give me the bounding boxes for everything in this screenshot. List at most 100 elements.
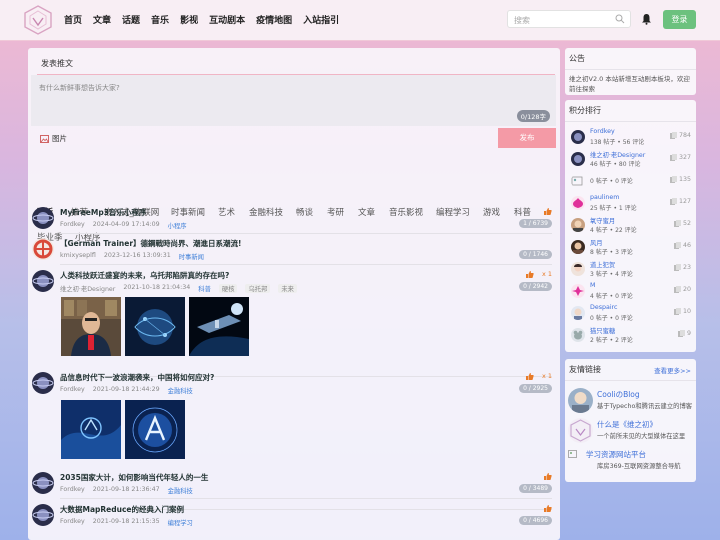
nav-movies[interactable]: 影视 bbox=[180, 13, 198, 26]
post-textarea[interactable]: 有什么新鲜事想告诉大家? 0/128字 bbox=[31, 75, 556, 126]
post-author[interactable]: Fordkey bbox=[60, 221, 85, 230]
user-name[interactable]: M bbox=[590, 282, 595, 289]
user-avatar[interactable] bbox=[571, 130, 585, 144]
rank-row[interactable]: 风月 8 帖子 • 3 评论 46 bbox=[571, 238, 691, 259]
rank-row[interactable]: 0 帖子 • 0 评论 135 bbox=[571, 172, 691, 193]
user-avatar[interactable] bbox=[571, 152, 585, 166]
post-title[interactable]: 大数据MapReduce的经典入门案例 bbox=[60, 504, 184, 515]
user-name[interactable]: Fordkey bbox=[590, 128, 615, 135]
post-category[interactable]: 金融科技 bbox=[168, 486, 193, 495]
thumbs-up-icon[interactable] bbox=[543, 207, 552, 216]
search-icon[interactable] bbox=[615, 14, 625, 24]
post-tag[interactable]: 硬核 bbox=[218, 284, 238, 293]
link-title[interactable]: 学习资源网站平台 bbox=[586, 449, 646, 460]
friend-link[interactable]: CooliのBlog 基于Typecho和腾讯云建立的博客 bbox=[568, 386, 694, 416]
link-avatar[interactable] bbox=[568, 388, 593, 413]
post-image[interactable] bbox=[61, 400, 121, 459]
link-description: 一个前所未见的大型媒体在这里 bbox=[597, 433, 686, 440]
post-title[interactable]: MyFreeMp3音乐小程序 bbox=[60, 207, 146, 218]
publish-button[interactable]: 发布 bbox=[498, 128, 556, 148]
post-tag[interactable]: 未来 bbox=[278, 284, 297, 293]
post-author[interactable]: 维之初·老Designer bbox=[60, 284, 115, 293]
user-avatar[interactable] bbox=[571, 196, 585, 210]
post-category[interactable]: 金融科技 bbox=[168, 386, 193, 395]
rank-row[interactable]: Fordkey 138 帖子 • 56 评论 784 bbox=[571, 128, 691, 149]
link-title[interactable]: 什么是《维之初》 bbox=[597, 419, 657, 430]
post-title[interactable]: 人类科技跃迁盛宴的未来，乌托邦陷阱真的存在吗? bbox=[60, 270, 229, 281]
author-avatar[interactable] bbox=[32, 207, 54, 229]
user-avatar[interactable] bbox=[571, 284, 585, 298]
feed-item[interactable]: MyFreeMp3音乐小程序 Fordkey 2024-04-09 17:14:… bbox=[28, 207, 560, 234]
user-name[interactable]: paulinem bbox=[590, 194, 619, 201]
rank-row[interactable]: 道上犯贺 3 帖子 • 4 评论 23 bbox=[571, 260, 691, 281]
feed-item[interactable]: 2035国家大计，如何影响当代年轻人的一生 Fordkey 2021-09-18… bbox=[28, 472, 560, 499]
feed-item[interactable]: 大数据MapReduce的经典入门案例 Fordkey 2021-09-18 2… bbox=[28, 504, 560, 530]
thumbs-up-icon[interactable] bbox=[543, 504, 552, 513]
user-name[interactable]: 维之初·老Designer bbox=[590, 150, 645, 159]
image-upload-button[interactable]: 图片 bbox=[40, 133, 67, 144]
nav-epidemic-map[interactable]: 疫情地图 bbox=[256, 13, 292, 26]
post-title[interactable]: 2035国家大计，如何影响当代年轻人的一生 bbox=[60, 472, 208, 483]
post-image[interactable] bbox=[125, 297, 185, 356]
rank-row[interactable]: paulinem 25 帖子 • 1 评论 127 bbox=[571, 194, 691, 215]
nav-interactive-scripts[interactable]: 互动剧本 bbox=[209, 13, 245, 26]
thumbs-up-icon[interactable] bbox=[525, 372, 534, 381]
feed-item[interactable]: 【German Trainer】德鋼戰時尚界、潮進日系潮流! kmixysepl… bbox=[28, 238, 560, 265]
user-avatar[interactable] bbox=[571, 262, 585, 276]
thumbs-up-icon[interactable] bbox=[543, 472, 552, 481]
user-avatar[interactable] bbox=[571, 218, 585, 232]
post-image[interactable] bbox=[125, 400, 185, 459]
author-avatar[interactable] bbox=[32, 504, 54, 526]
post-tag[interactable]: 乌托邦 bbox=[245, 284, 271, 293]
bell-icon[interactable] bbox=[641, 13, 652, 25]
author-avatar[interactable] bbox=[32, 238, 54, 260]
link-avatar[interactable] bbox=[568, 418, 593, 443]
rank-row[interactable]: Despairc 0 帖子 • 0 评论 10 bbox=[571, 304, 691, 325]
post-title[interactable]: 品信息时代下一波浪潮袭来，中国将如何应对? bbox=[60, 372, 214, 383]
feed-item[interactable]: 人类科技跃迁盛宴的未来，乌托邦陷阱真的存在吗? 维之初·老Designer 20… bbox=[28, 270, 560, 377]
user-avatar[interactable] bbox=[571, 328, 585, 342]
author-avatar[interactable] bbox=[32, 472, 54, 494]
post-category[interactable]: 编程学习 bbox=[168, 518, 193, 527]
rank-row[interactable]: 维之初·老Designer 46 帖子 • 80 评论 327 bbox=[571, 150, 691, 171]
user-name[interactable]: 猫只蜜糖 bbox=[590, 326, 615, 335]
thumbs-up-icon[interactable] bbox=[525, 270, 534, 279]
post-tab[interactable]: 发表推文 bbox=[41, 58, 73, 69]
nav-topics[interactable]: 话题 bbox=[122, 13, 140, 26]
site-logo[interactable] bbox=[24, 5, 52, 35]
author-avatar[interactable] bbox=[32, 372, 54, 394]
nav-music[interactable]: 音乐 bbox=[151, 13, 169, 26]
post-author[interactable]: kmixyseplfl bbox=[60, 252, 96, 261]
rank-row[interactable]: 猫只蜜糖 2 帖子 • 2 评论 9 bbox=[571, 326, 691, 347]
link-title[interactable]: CooliのBlog bbox=[597, 389, 640, 400]
user-avatar[interactable] bbox=[571, 306, 585, 320]
friend-link[interactable]: 学习资源网站平台 库房369-互联网资源整合导航 bbox=[568, 446, 694, 476]
nav-articles[interactable]: 文章 bbox=[93, 13, 111, 26]
post-category[interactable]: 小程序 bbox=[168, 221, 187, 230]
post-title[interactable]: 【German Trainer】德鋼戰時尚界、潮進日系潮流! bbox=[60, 238, 241, 249]
post-category[interactable]: 科普 bbox=[198, 284, 211, 293]
user-name[interactable]: Despairc bbox=[590, 304, 618, 311]
view-more-link[interactable]: 查看更多>> bbox=[654, 365, 691, 375]
nav-home[interactable]: 首页 bbox=[64, 13, 82, 26]
author-avatar[interactable] bbox=[32, 270, 54, 292]
feed-item[interactable]: 品信息时代下一波浪潮袭来，中国将如何应对? Fordkey 2021-09-18… bbox=[28, 372, 560, 510]
post-category[interactable]: 时事新闻 bbox=[179, 252, 204, 261]
user-stats: 138 帖子 • 56 评论 bbox=[590, 139, 645, 146]
post-image[interactable] bbox=[61, 297, 121, 356]
post-author[interactable]: Fordkey bbox=[60, 518, 85, 527]
post-author[interactable]: Fordkey bbox=[60, 486, 85, 495]
user-avatar[interactable] bbox=[571, 174, 585, 188]
rank-row[interactable]: 氧守蜜月 4 帖子 • 22 评论 52 bbox=[571, 216, 691, 237]
user-name[interactable]: 氧守蜜月 bbox=[590, 216, 615, 225]
friend-link[interactable]: 什么是《维之初》 一个前所未见的大型媒体在这里 bbox=[568, 416, 694, 446]
rank-row[interactable]: M 4 帖子 • 0 评论 20 bbox=[571, 282, 691, 303]
user-avatar[interactable] bbox=[571, 240, 585, 254]
nav-guide[interactable]: 入站指引 bbox=[303, 13, 339, 26]
user-name[interactable]: 道上犯贺 bbox=[590, 260, 615, 269]
search-input[interactable]: 搜索 bbox=[507, 10, 631, 28]
post-author[interactable]: Fordkey bbox=[60, 386, 85, 395]
user-name[interactable]: 风月 bbox=[590, 238, 603, 247]
post-image[interactable] bbox=[189, 297, 249, 356]
login-button[interactable]: 登录 bbox=[663, 10, 696, 29]
